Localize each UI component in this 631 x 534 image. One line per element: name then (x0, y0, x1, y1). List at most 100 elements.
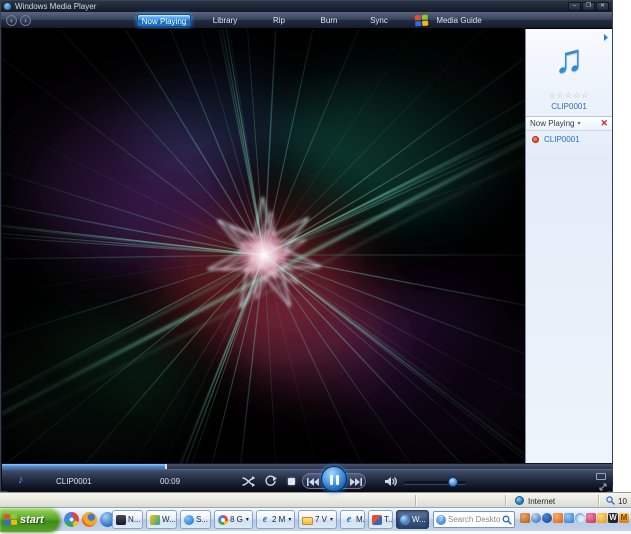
repeat-button[interactable] (264, 475, 277, 488)
firefox-quicklaunch-icon[interactable] (82, 512, 97, 527)
start-label: start (20, 514, 44, 526)
track-note-icon: ♪ (18, 474, 24, 486)
taskbar-group-button[interactable]: 8 G ▾ (214, 510, 253, 529)
taskbar-button-label: W... (412, 515, 426, 524)
taskbar-button[interactable]: e M... (340, 510, 365, 529)
tray-icon[interactable] (542, 513, 552, 523)
taskbar-button-active-wmp[interactable]: W... (396, 510, 429, 529)
taskbar-button[interactable]: W... (146, 510, 177, 529)
forward-button[interactable]: › (20, 15, 31, 26)
playback-control-bar: ♪ CLIP0001 00:09 (2, 466, 613, 492)
tab-library[interactable]: Library (201, 14, 249, 27)
close-button[interactable]: ✕ (596, 2, 609, 11)
folder-icon (302, 516, 313, 525)
taskbar-button[interactable]: T... (368, 510, 393, 529)
resize-mode-icon[interactable] (599, 483, 607, 491)
media-player-window: Windows Media Player – ❐ ✕ ‹ › Now Playi… (0, 0, 613, 492)
app-icon (4, 3, 11, 10)
tray-icon[interactable] (597, 513, 607, 523)
minimize-button[interactable]: – (568, 2, 581, 11)
maximize-button[interactable]: ❐ (582, 2, 595, 11)
playlist-dropdown[interactable]: Now Playing (530, 119, 574, 128)
internet-explorer-icon: e (346, 513, 352, 525)
rating-stars[interactable]: ☆☆☆☆☆ (526, 91, 612, 100)
pause-button[interactable] (321, 466, 347, 492)
app-icon (372, 514, 382, 525)
tab-media-guide[interactable]: Media Guide (433, 14, 485, 27)
tray-icon[interactable] (553, 513, 563, 523)
taskbar-button-label: 8 G (230, 515, 243, 524)
statusbar-divider (415, 495, 416, 506)
windows-logo-icon (414, 14, 430, 28)
previous-button[interactable] (307, 478, 319, 486)
album-title[interactable]: CLIP0001 (526, 102, 612, 111)
tray-icon[interactable] (564, 513, 574, 523)
taskbar-group-button[interactable]: e 2 M ▾ (256, 510, 295, 529)
app-icon (184, 514, 194, 525)
playlist-item[interactable]: CLIP0001 (526, 131, 612, 144)
shuffle-button[interactable] (242, 475, 255, 488)
tab-burn[interactable]: Burn (307, 14, 351, 27)
playlist-item-label: CLIP0001 (544, 135, 580, 144)
window-controls: – ❐ ✕ (568, 2, 609, 11)
taskbar-button-label: M... (356, 515, 365, 524)
system-tray: W M N (520, 513, 631, 523)
zoom-magnifier-icon[interactable] (606, 496, 615, 505)
search-input[interactable] (448, 515, 500, 524)
taskbar-button-label: 7 V (315, 515, 328, 524)
taskbar-button-label: T... (384, 515, 393, 524)
taskbar-group-button[interactable]: 7 V ▾ (298, 510, 337, 529)
tab-bar: ‹ › Now Playing Library Rip Burn Sync Me… (1, 12, 612, 29)
close-list-icon[interactable]: ✕ (600, 119, 608, 128)
windows-flag-icon (3, 513, 18, 527)
taskbar-button-label: S... (196, 515, 209, 524)
go-arrow-icon[interactable] (597, 33, 608, 42)
tray-icon[interactable] (575, 513, 585, 523)
tray-icon[interactable] (586, 513, 596, 523)
help-badge-icon: ? (436, 514, 446, 525)
track-title: CLIP0001 (56, 477, 92, 486)
chevron-down-icon[interactable]: ▾ (577, 120, 580, 127)
stop-button[interactable] (288, 478, 295, 485)
internet-zone-label: Internet (528, 497, 556, 506)
visualization-area[interactable] (2, 29, 525, 463)
playlist-header: Now Playing ▾ ✕ (526, 116, 612, 131)
title-bar[interactable]: Windows Media Player – ❐ ✕ (1, 1, 612, 12)
taskbar-button-label: 2 M (272, 515, 286, 524)
tray-icon[interactable] (531, 513, 541, 523)
elapsed-time: 00:09 (160, 477, 181, 486)
tray-icon[interactable] (520, 513, 530, 523)
taskbar-button[interactable]: S... (180, 510, 211, 529)
list-pane: ♫ ☆☆☆☆☆ CLIP0001 Now Playing ▾ ✕ CLIP000… (525, 29, 612, 463)
start-button[interactable]: start (0, 508, 60, 532)
group-arrow-icon: ▾ (288, 517, 292, 523)
media-player-icon (400, 514, 410, 525)
chrome-quicklaunch-icon[interactable] (64, 512, 79, 527)
back-button[interactable]: ‹ (6, 15, 17, 26)
visualization-graphic (2, 29, 525, 463)
taskbar-button-label: W... (162, 515, 176, 524)
chrome-icon (218, 514, 228, 525)
app-icon (116, 514, 126, 525)
group-arrow-icon: ▾ (330, 517, 334, 523)
taskbar: start N... W... S... 8 G ▾ e2 M ▾ 7 V ▾ e M.… (0, 507, 631, 532)
tray-icon[interactable]: M (619, 513, 629, 523)
tab-sync[interactable]: Sync (357, 14, 401, 27)
statusbar-divider (598, 495, 599, 506)
app-icon (150, 514, 160, 525)
zoom-level-label: 10 (618, 497, 627, 506)
next-button[interactable] (350, 478, 362, 486)
desktop-search-box: ? (433, 511, 515, 528)
tab-rip[interactable]: Rip (259, 14, 299, 27)
fullscreen-icon[interactable] (596, 473, 606, 480)
taskbar-button[interactable]: N... (112, 510, 143, 529)
tab-now-playing[interactable]: Now Playing (137, 14, 191, 27)
volume-icon[interactable] (384, 475, 397, 488)
pause-icon (330, 475, 340, 485)
volume-knob[interactable] (448, 477, 458, 487)
now-playing-bullet-icon (532, 136, 539, 143)
search-icon[interactable] (502, 515, 512, 525)
tray-icon[interactable]: W (608, 513, 618, 523)
internet-zone-icon (515, 496, 524, 505)
window-title: Windows Media Player (15, 1, 97, 11)
